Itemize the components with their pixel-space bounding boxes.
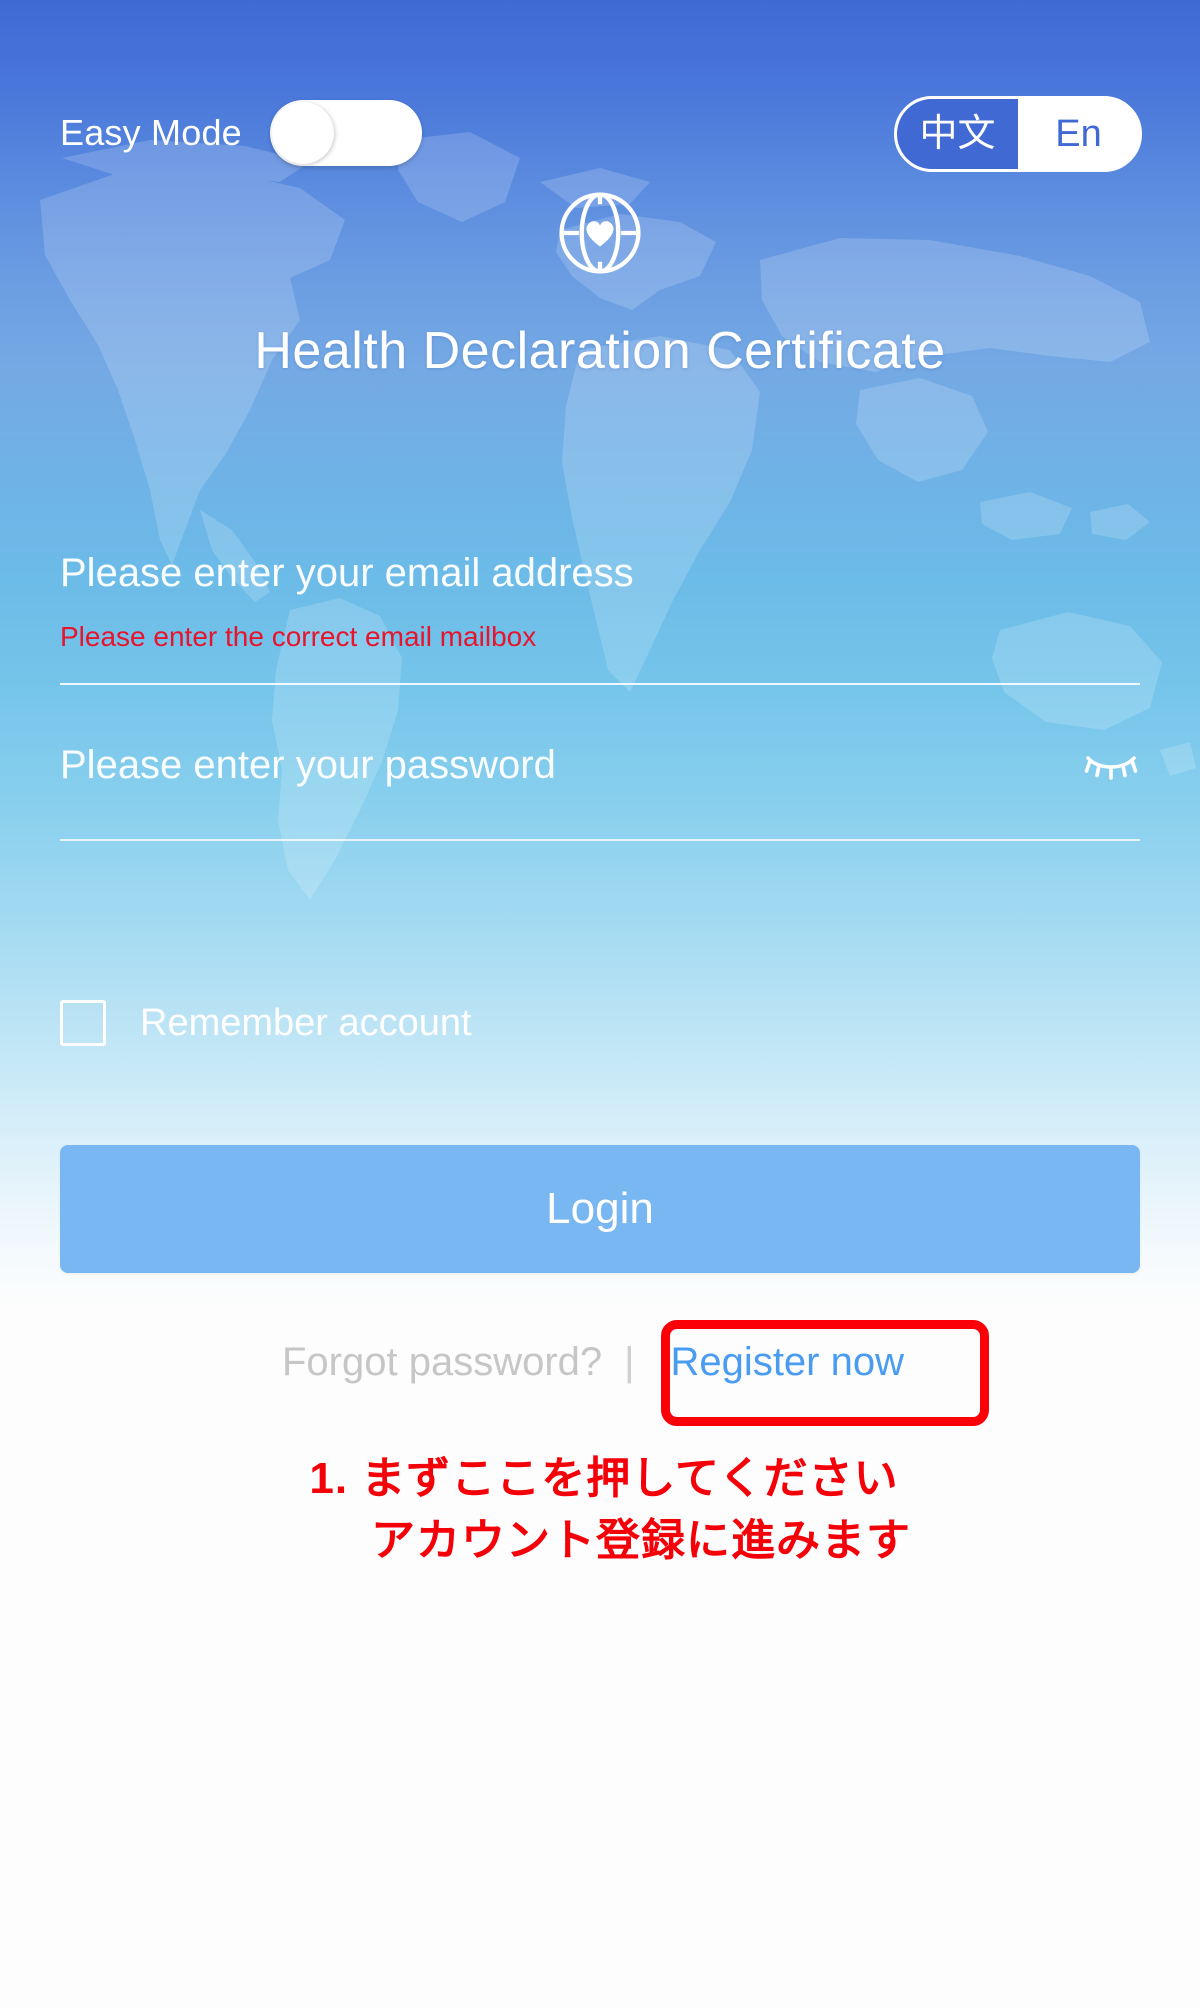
language-switcher[interactable]: 中文 En — [894, 96, 1142, 172]
login-screen: Easy Mode 中文 En Health Declaration Certi… — [0, 0, 1200, 2008]
email-field-group: Please enter the correct email mailbox — [60, 545, 1140, 685]
forgot-password-link[interactable]: Forgot password? — [282, 1340, 602, 1385]
globe-heart-icon — [559, 192, 641, 274]
links-separator: | — [624, 1340, 635, 1384]
login-button[interactable]: Login — [60, 1145, 1140, 1273]
remember-account-label: Remember account — [140, 1001, 472, 1044]
language-option-english[interactable]: En — [1018, 99, 1139, 169]
eye-closed-icon[interactable] — [1082, 741, 1140, 791]
language-option-chinese[interactable]: 中文 — [897, 99, 1018, 169]
easy-mode-toggle[interactable] — [269, 100, 422, 166]
top-bar: Easy Mode 中文 En — [0, 0, 1200, 180]
email-input[interactable] — [60, 545, 1140, 601]
login-form: Please enter the correct email mailbox — [60, 545, 1140, 841]
annotation-line-2: アカウント登録に進みます — [371, 1516, 911, 1565]
password-field-underline — [60, 839, 1140, 841]
brand-block: Health Declaration Certificate — [0, 185, 1200, 381]
remember-account-row[interactable]: Remember account — [60, 1000, 472, 1046]
email-error-message: Please enter the correct email mailbox — [60, 621, 537, 652]
easy-mode-control[interactable]: Easy Mode — [60, 100, 422, 166]
toggle-knob — [271, 102, 334, 164]
easy-mode-label: Easy Mode — [60, 112, 242, 153]
password-field-group — [60, 737, 1140, 841]
page-title: Health Declaration Certificate — [254, 322, 946, 380]
annotation-line-1: 1. まずここを押してください — [309, 1454, 899, 1503]
annotation-instruction-text: 1. まずここを押してください アカウント登録に進みます — [0, 1448, 1200, 1572]
register-now-link[interactable]: Register now — [657, 1340, 918, 1385]
password-input[interactable] — [60, 737, 1140, 793]
remember-account-checkbox[interactable] — [60, 1000, 106, 1046]
email-field-underline — [60, 683, 1140, 685]
auth-links-row: Forgot password? | Register now — [0, 1340, 1200, 1385]
